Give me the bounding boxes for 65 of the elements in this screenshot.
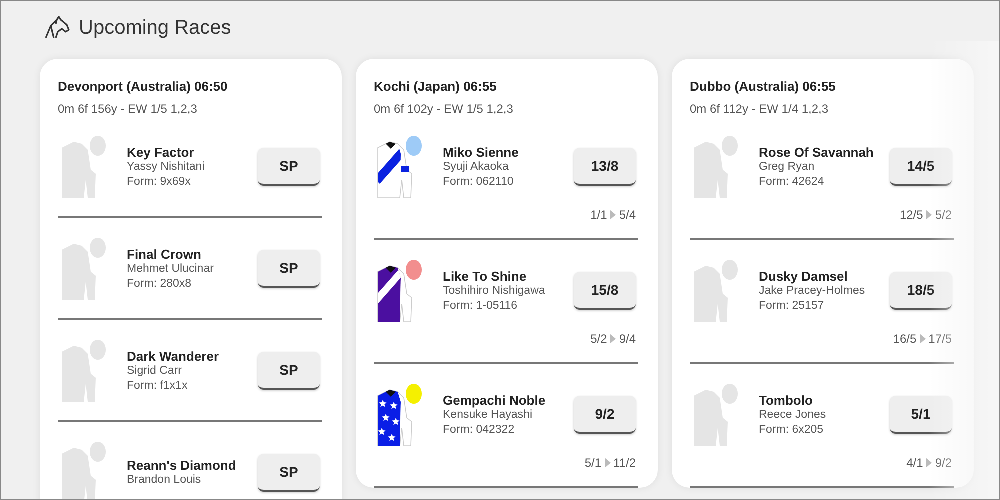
previous-odds: 5/1: [584, 456, 602, 470]
race-details: 0m 6f 112y - EW 1/4 1,2,3: [690, 102, 830, 116]
odds-button[interactable]: 15/8: [574, 272, 636, 310]
triangle-icon: [926, 210, 932, 220]
race-title: Devonport (Australia) 06:50: [58, 79, 229, 94]
horse-name: Tombolo: [759, 392, 814, 408]
jockey-name: Syuji Akaoka: [443, 160, 510, 174]
form-text: Form: 062110: [443, 174, 515, 190]
odds-button[interactable]: SP: [258, 250, 320, 288]
previous-odds: 1/1: [590, 208, 608, 222]
race-title: Kochi (Japan) 06:55: [374, 79, 498, 94]
race-details: 0m 6f 156y - EW 1/5 1,2,3: [58, 102, 198, 116]
triangle-icon: [926, 458, 932, 468]
previous-odds: 16/5: [893, 332, 917, 346]
jockey-name: Toshihiro Nishigawa: [443, 284, 546, 298]
horse-name: Reann's Diamond: [127, 458, 238, 473]
horse-name: Dark Wanderer: [127, 348, 220, 364]
current-odds: 17/5: [928, 332, 952, 346]
odds-button[interactable]: 5/1: [890, 396, 952, 434]
triangle-icon: [610, 334, 616, 344]
horse-name: Key Factor: [127, 144, 196, 160]
triangle-icon: [920, 334, 926, 344]
horse-name: Miko Sienne: [443, 144, 520, 160]
previous-odds: 5/2: [590, 332, 608, 346]
odds-button[interactable]: 14/5: [890, 148, 952, 186]
odds-button[interactable]: SP: [258, 454, 320, 492]
horse-name: Rose Of Savannah: [759, 144, 875, 160]
horse-name: Final Crown: [127, 246, 202, 262]
current-odds: 11/2: [614, 456, 636, 470]
current-odds: 9/4: [619, 332, 636, 346]
race-title: Dubbo (Australia) 06:55: [690, 79, 837, 94]
horse-head-icon: [43, 16, 71, 40]
form-text: Form: 9x69x: [127, 174, 192, 190]
odds-button[interactable]: SP: [258, 352, 320, 390]
form-text: Form: 1-05116: [443, 298, 519, 314]
jockey-name: Greg Ryan: [759, 160, 816, 174]
form-text: Form: 042322: [443, 422, 516, 438]
form-text: Form: 280x8: [127, 276, 193, 292]
previous-odds: 4/1: [906, 456, 924, 470]
race-details: 0m 6f 102y - EW 1/5 1,2,3: [374, 102, 514, 116]
current-odds: 5/4: [619, 208, 636, 222]
odds-button[interactable]: 9/2: [574, 396, 636, 434]
horse-name: Like To Shine: [443, 268, 528, 284]
jockey-name: Mehmet Ulucinar: [127, 262, 215, 276]
odds-button[interactable]: 18/5: [890, 272, 952, 310]
form-text: Form: 42624: [759, 174, 826, 190]
jockey-name: Sigrid Carr: [127, 364, 183, 378]
jockey-name: Jake Pracey-Holmes: [759, 284, 866, 298]
triangle-icon: [604, 458, 611, 468]
current-odds: 9/2: [935, 456, 952, 470]
triangle-icon: [610, 210, 616, 220]
current-odds: 5/2: [935, 208, 952, 222]
jockey-name: Yassy Nishitani: [127, 160, 206, 174]
previous-odds: 12/5: [900, 208, 924, 222]
form-text: Form: 6x205: [759, 422, 825, 438]
jockey-name: Brandon Louis: [127, 473, 202, 488]
page-title: Upcoming Races: [79, 16, 232, 40]
jockey-name: Reece Jones: [759, 408, 828, 422]
horse-name: Gempachi Noble: [443, 392, 547, 408]
odds-button[interactable]: SP: [258, 148, 320, 186]
form-text: Form: f1x1x: [127, 378, 189, 394]
odds-button[interactable]: 13/8: [574, 148, 636, 186]
form-text: Form: 25157: [759, 298, 826, 314]
horse-name: Dusky Damsel: [759, 268, 849, 284]
jockey-name: Kensuke Hayashi: [443, 408, 534, 422]
